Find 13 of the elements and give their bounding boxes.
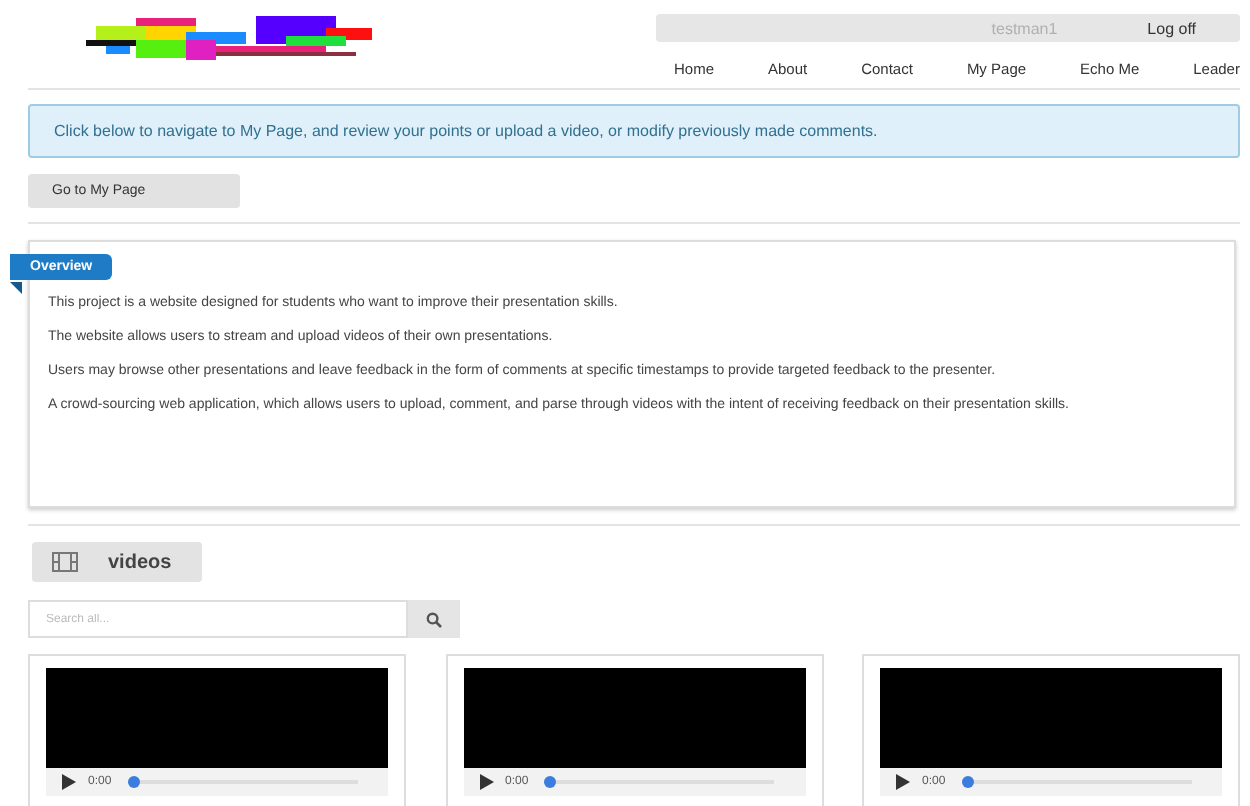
logoff-link[interactable]: Log off	[1147, 19, 1196, 37]
play-icon[interactable]	[479, 774, 493, 790]
ribbon-fold-icon	[10, 282, 22, 294]
film-icon	[52, 552, 78, 572]
seek-thumb[interactable]	[961, 776, 974, 788]
info-alert: Click below to navigate to My Page, and review your points or upload a video, or modify previously made comments.	[28, 104, 1240, 158]
play-icon[interactable]	[896, 774, 910, 790]
search-icon	[426, 611, 442, 627]
seek-thumb[interactable]	[544, 776, 557, 788]
search-button[interactable]	[408, 600, 460, 638]
seek-thumb[interactable]	[127, 776, 140, 788]
play-icon[interactable]	[62, 774, 76, 790]
videos-title: videos	[108, 551, 172, 573]
